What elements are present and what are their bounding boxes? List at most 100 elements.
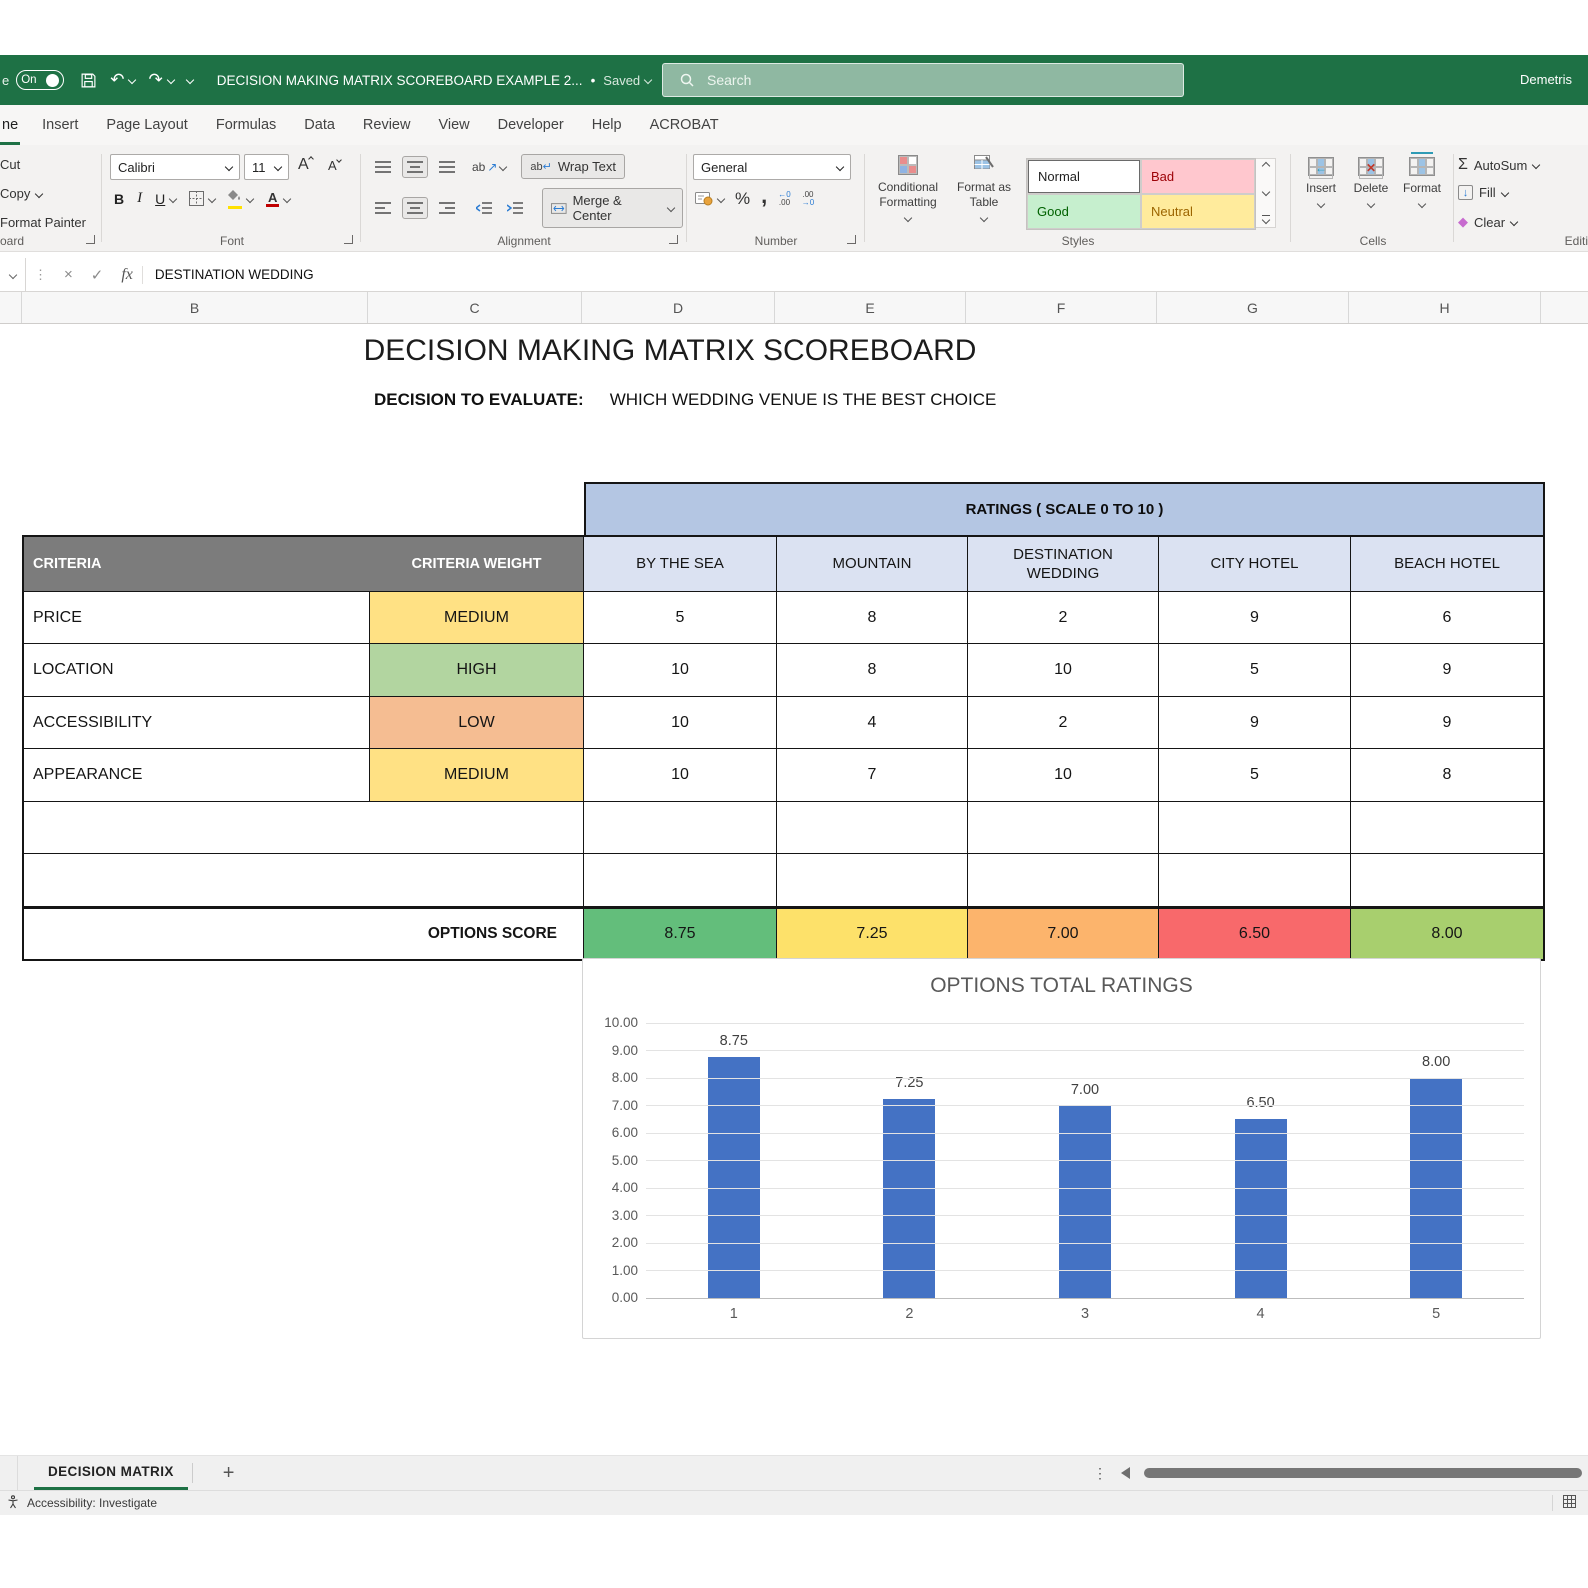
empty-cell[interactable] [968, 854, 1159, 907]
format-cells-button[interactable]: Format [1398, 152, 1446, 209]
column-header-e[interactable]: E [775, 292, 966, 323]
empty-cell[interactable] [777, 854, 968, 907]
undo-button[interactable]: ↶ [110, 70, 124, 90]
rating-cell[interactable]: 2 [968, 592, 1159, 644]
option-header[interactable]: BY THE SEA [584, 537, 777, 592]
score-cell[interactable]: 7.25 [777, 907, 968, 959]
ribbon-tab-review[interactable]: Review [349, 105, 425, 145]
option-header[interactable]: BEACH HOTEL [1351, 537, 1543, 592]
rating-cell[interactable]: 7 [777, 749, 968, 802]
weight-cell[interactable]: MEDIUM [370, 749, 584, 802]
decrease-indent-icon[interactable] [472, 198, 496, 218]
rating-cell[interactable]: 2 [968, 697, 1159, 749]
ribbon-tab-help[interactable]: Help [578, 105, 636, 145]
criteria-cell[interactable]: ACCESSIBILITY [24, 697, 370, 749]
undo-dropdown-icon[interactable] [128, 75, 137, 85]
increase-decimal-icon[interactable]: ←0.00 [778, 190, 790, 208]
align-center-icon[interactable] [402, 197, 428, 219]
fill-color-icon[interactable] [228, 189, 243, 209]
empty-cell[interactable] [968, 802, 1159, 854]
copy-dropdown-icon[interactable] [35, 189, 44, 198]
score-cell[interactable]: 8.00 [1351, 907, 1543, 959]
clear-dropdown-icon[interactable] [1509, 217, 1519, 227]
merge-center-button[interactable]: Merge & Center [542, 188, 683, 228]
rating-cell[interactable]: 9 [1351, 697, 1543, 749]
format-as-table-button[interactable]: Format as Table [950, 155, 1018, 223]
formula-input[interactable] [142, 258, 1588, 291]
criteria-cell[interactable]: APPEARANCE [24, 749, 370, 802]
search-input[interactable] [707, 72, 1127, 88]
option-header[interactable]: DESTINATION WEDDING [968, 537, 1159, 592]
gallery-down-icon[interactable] [1261, 187, 1270, 196]
normal-view-icon[interactable] [1563, 1495, 1576, 1511]
ribbon-tab-insert[interactable]: Insert [28, 105, 92, 145]
autosum-button[interactable]: Σ AutoSum [1458, 156, 1541, 174]
empty-cell[interactable] [24, 854, 584, 907]
option-header[interactable]: MOUNTAIN [777, 537, 968, 592]
orientation-icon[interactable]: ab ↗ [472, 160, 497, 174]
empty-cell[interactable] [1351, 802, 1543, 854]
score-cell[interactable]: 6.50 [1159, 907, 1351, 959]
autosave-control[interactable]: e On [2, 70, 65, 90]
merge-center-dropdown-icon[interactable] [666, 203, 676, 213]
rating-cell[interactable]: 10 [584, 749, 777, 802]
rating-cell[interactable]: 9 [1159, 697, 1351, 749]
empty-cell[interactable] [584, 802, 777, 854]
search-box[interactable] [662, 63, 1184, 97]
comma-style-button[interactable]: , [761, 184, 767, 206]
rating-cell[interactable]: 8 [777, 644, 968, 697]
rating-cell[interactable]: 10 [968, 749, 1159, 802]
accounting-dropdown-icon[interactable] [716, 194, 726, 204]
font-name-combo[interactable]: Calibri [110, 154, 240, 180]
fill-button[interactable]: ↓ Fill [1458, 185, 1509, 200]
autosum-dropdown-icon[interactable] [1532, 160, 1541, 170]
align-right-icon[interactable] [435, 198, 459, 218]
option-header[interactable]: CITY HOTEL [1159, 537, 1351, 592]
scroll-left-icon[interactable] [1121, 1467, 1130, 1479]
empty-cell[interactable] [1159, 854, 1351, 907]
decrease-decimal-icon[interactable]: .00 →0 [802, 190, 814, 208]
column-header-b[interactable]: B [22, 292, 368, 323]
orientation-dropdown-icon[interactable] [499, 162, 508, 171]
worksheet-area[interactable]: DECISION MAKING MATRIX SCOREBOARD DECISI… [0, 324, 1588, 1455]
format-painter-button[interactable]: Format Painter [0, 215, 86, 230]
tab-bar-resize-handle[interactable]: ⋮ [1093, 1465, 1107, 1482]
rating-cell[interactable]: 10 [584, 697, 777, 749]
underline-dropdown-icon[interactable] [169, 194, 178, 204]
cut-button[interactable]: Cut [0, 157, 20, 172]
conditional-formatting-button[interactable]: Conditional Formatting [870, 155, 946, 223]
borders-dropdown-icon[interactable] [208, 194, 217, 204]
style-good[interactable]: Good [1028, 195, 1140, 228]
column-header-f[interactable]: F [966, 292, 1157, 323]
align-left-icon[interactable] [371, 198, 395, 218]
score-cell[interactable]: 7.00 [968, 907, 1159, 959]
rating-cell[interactable]: 6 [1351, 592, 1543, 644]
font-color-icon[interactable]: A [266, 190, 280, 208]
italic-button[interactable]: I [137, 190, 142, 207]
customize-qat-icon[interactable] [185, 75, 194, 85]
middle-align-icon[interactable] [402, 155, 428, 178]
rating-cell[interactable]: 9 [1351, 644, 1543, 697]
saved-status[interactable]: Saved [603, 73, 653, 88]
ribbon-tab-view[interactable]: View [424, 105, 483, 145]
alignment-dialog-launcher-icon[interactable] [669, 235, 678, 244]
column-header-h[interactable]: H [1349, 292, 1541, 323]
chart-bar[interactable] [883, 1098, 936, 1298]
rating-cell[interactable]: 8 [1351, 749, 1543, 802]
column-header-g[interactable]: G [1157, 292, 1349, 323]
weight-cell[interactable]: MEDIUM [370, 592, 584, 644]
font-dialog-launcher-icon[interactable] [344, 235, 353, 244]
increase-font-size-button[interactable]: A [298, 156, 314, 174]
empty-cell[interactable] [24, 802, 584, 854]
rating-cell[interactable]: 5 [1159, 749, 1351, 802]
enter-icon[interactable]: ✓ [82, 266, 113, 284]
rating-cell[interactable]: 10 [968, 644, 1159, 697]
formula-bar-handle[interactable]: ⋮ [26, 267, 55, 283]
sheet-tab-decision-matrix[interactable]: DECISION MATRIX [34, 1456, 188, 1490]
sheet-tab-scroll-stub[interactable] [0, 1456, 18, 1490]
number-format-combo[interactable]: General [693, 154, 851, 180]
ribbon-tab-data[interactable]: Data [290, 105, 349, 145]
decrease-font-size-button[interactable]: A [328, 157, 342, 173]
ribbon-tab-formulas[interactable]: Formulas [202, 105, 290, 145]
criteria-cell[interactable]: PRICE [24, 592, 370, 644]
